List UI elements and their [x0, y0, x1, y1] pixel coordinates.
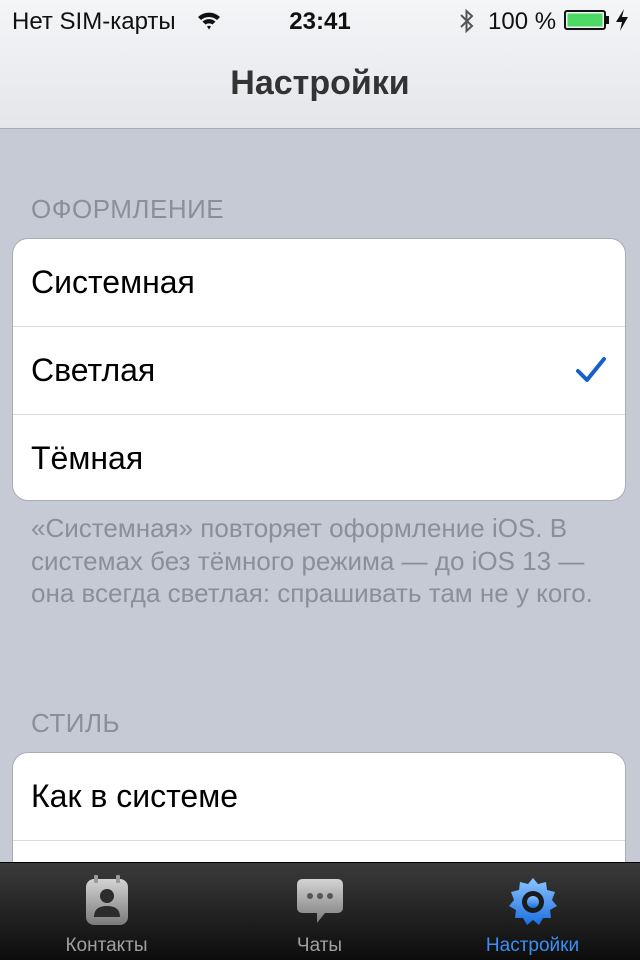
option-label: Тёмная: [31, 440, 144, 476]
appearance-footer-note: «Системная» повторяет оформление iOS. В …: [31, 513, 593, 608]
option-label: Светлая: [31, 352, 156, 388]
checkmark-icon: [576, 357, 606, 382]
option-light[interactable]: Светлая: [13, 327, 625, 415]
tab-label: Настройки: [485, 935, 580, 956]
option-as-system[interactable]: Как в системе: [13, 753, 625, 841]
tab-label: Контакты: [65, 935, 148, 956]
battery-percent: 100 %: [488, 8, 557, 35]
tab-chats[interactable]: Чаты: [213, 863, 426, 960]
tab-contacts[interactable]: Контакты: [0, 863, 213, 960]
battery-icon: [564, 10, 609, 30]
section-header-appearance: ОФОРМЛЕНИЕ: [31, 194, 225, 224]
bluetooth-icon: [460, 8, 474, 34]
page-title: Настройки: [230, 64, 410, 102]
tab-bar: Контакты Чаты Настройки: [0, 862, 640, 960]
tab-settings[interactable]: Настройки: [426, 863, 639, 960]
chat-bubble-icon: [297, 879, 343, 923]
appearance-options-group: Системная Светлая Тёмная: [12, 238, 626, 501]
navigation-bar: Нет SIM-карты 23:41 100 % Настройки: [0, 0, 640, 129]
option-label: Как в системе: [31, 778, 238, 814]
status-bar: Нет SIM-карты 23:41 100 %: [0, 0, 640, 40]
charging-icon: [616, 9, 628, 31]
tab-label: Чаты: [296, 935, 343, 956]
option-system[interactable]: Системная: [13, 239, 625, 327]
option-label: Системная: [31, 264, 195, 300]
contacts-icon: [86, 875, 128, 925]
gear-icon: [509, 878, 557, 925]
option-dark[interactable]: Тёмная: [13, 415, 625, 500]
section-header-style: СТИЛЬ: [31, 708, 121, 738]
